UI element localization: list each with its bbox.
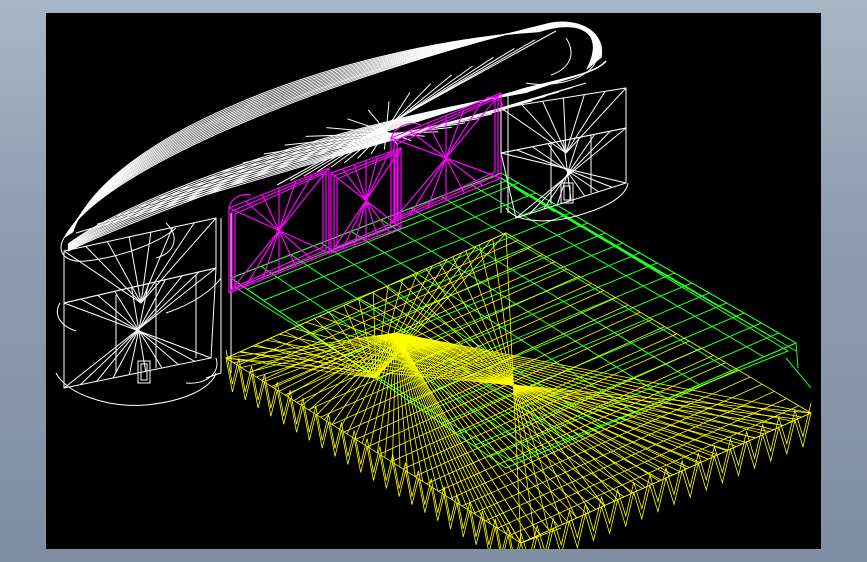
- left-nightstand-drawer: [56, 302, 77, 332]
- headboard-left-cap: [155, 222, 175, 259]
- left-nightstand-base: [55, 372, 217, 406]
- bed-frame-corner: [795, 342, 799, 369]
- bed-frame-slat: [327, 232, 606, 346]
- bed-frame-inner: [234, 180, 790, 462]
- cad-viewport[interactable]: [46, 13, 821, 549]
- mattress-mesh: [225, 232, 507, 359]
- bed-wireframe-drawing: [55, 21, 812, 549]
- headboard-panel-left-mesh: [228, 167, 330, 294]
- headboard-roll-line: [67, 23, 598, 236]
- bed-frame-slat: [408, 282, 693, 402]
- bed-frame-slat: [246, 182, 519, 290]
- panel-curve: [228, 193, 252, 209]
- bed-frame-slat: [263, 192, 536, 301]
- headboard-roll-line: [68, 24, 597, 235]
- mattress-mesh: [473, 383, 763, 514]
- headboard-roll-line: [68, 24, 598, 236]
- left-nightstand-mesh: [140, 217, 217, 304]
- left-nightstand-mesh: [140, 227, 174, 304]
- bed-frame-slat: [279, 202, 554, 312]
- bed-frame-wireframe: [229, 172, 812, 469]
- right-nightstand-mesh: [565, 94, 585, 154]
- right-nightstand-mesh: [521, 104, 567, 154]
- right-nightstand-mesh: [565, 91, 606, 154]
- headboard-roll-line: [69, 24, 596, 235]
- right-nightstand-mesh: [515, 127, 627, 219]
- bed-frame-corner: [785, 357, 812, 389]
- bed-frame-fan: [500, 177, 797, 352]
- right-nightstand-mesh: [565, 87, 627, 154]
- mattress-mesh: [395, 332, 587, 514]
- mattress-skirt: [225, 357, 522, 549]
- headboard-right-cap: [525, 24, 599, 85]
- mattress-skirt: [520, 412, 812, 549]
- headboard-right-cap: [550, 37, 572, 76]
